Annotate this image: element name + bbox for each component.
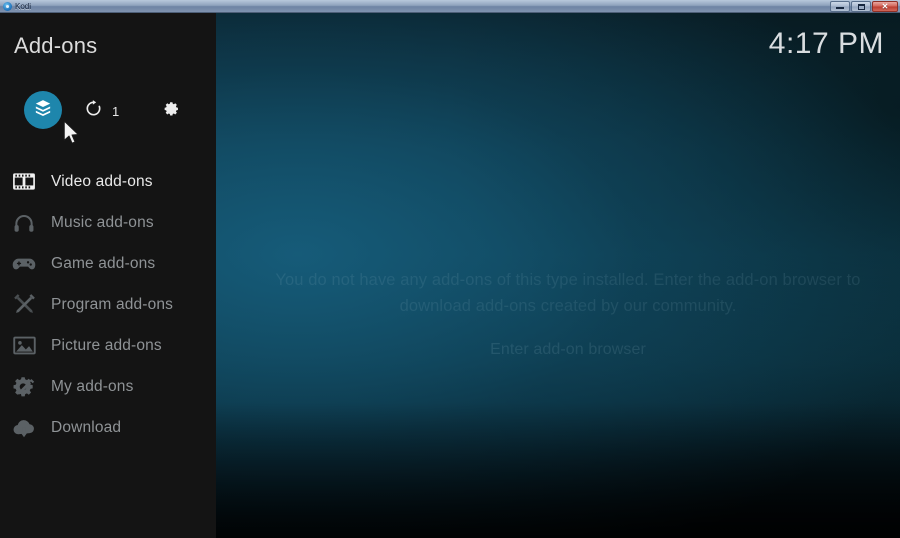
content-pane: 4:17 PM You do not have any add-ons of t…	[216, 13, 900, 538]
enter-addon-browser-button[interactable]: Enter add-on browser	[490, 341, 646, 359]
sidebar-item-video-addons[interactable]: Video add-ons	[0, 161, 216, 202]
updates-count: 1	[112, 103, 120, 119]
empty-state: You do not have any add-ons of this type…	[216, 268, 900, 359]
addon-browser-button[interactable]	[24, 91, 62, 129]
sidebar-item-music-addons[interactable]: Music add-ons	[0, 202, 216, 243]
sidebar-item-label: Game add-ons	[51, 254, 156, 272]
pencil-ruler-icon	[10, 292, 38, 318]
sidebar-item-game-addons[interactable]: Game add-ons	[0, 243, 216, 284]
sidebar-item-picture-addons[interactable]: Picture add-ons	[0, 325, 216, 366]
headphones-icon	[10, 210, 38, 236]
sidebar-item-label: Picture add-ons	[51, 336, 162, 354]
film-strip-icon	[10, 169, 38, 195]
kodi-application: 4:17 PM You do not have any add-ons of t…	[0, 13, 900, 538]
window-title: Kodi	[15, 1, 32, 11]
minimize-icon	[836, 7, 844, 9]
application-window: Kodi ✕ 4:17 PM You do not have any add-o…	[0, 0, 900, 538]
gear-icon	[160, 98, 181, 124]
sidebar-item-label: My add-ons	[51, 377, 134, 395]
settings-button[interactable]	[160, 98, 181, 124]
page-title: Add-ons	[14, 33, 98, 58]
sidebar: Add-ons 1 Video add-ons Music add-ons Ga…	[0, 13, 216, 538]
check-updates-button[interactable]: 1	[84, 99, 119, 123]
sidebar-toolbar: 1	[0, 91, 216, 133]
picture-frame-icon	[10, 333, 38, 359]
window-titlebar[interactable]: Kodi ✕	[0, 0, 900, 13]
sidebar-item-label: Video add-ons	[51, 172, 153, 190]
close-icon: ✕	[881, 1, 889, 11]
sidebar-item-program-addons[interactable]: Program add-ons	[0, 284, 216, 325]
titlebar-left-group: Kodi	[0, 1, 32, 11]
clock: 4:17 PM	[768, 27, 884, 60]
close-button[interactable]: ✕	[872, 1, 898, 12]
window-controls: ✕	[830, 0, 898, 13]
sidebar-item-label: Program add-ons	[51, 295, 174, 313]
sidebar-item-label: Music add-ons	[51, 213, 154, 231]
sidebar-menu: Video add-ons Music add-ons Game add-ons…	[0, 161, 216, 448]
sidebar-item-download[interactable]: Download	[0, 407, 216, 448]
kodi-logo-icon	[3, 1, 12, 11]
package-box-icon	[33, 98, 53, 123]
empty-state-message: You do not have any add-ons of this type…	[275, 271, 861, 315]
maximize-button[interactable]	[851, 1, 871, 12]
sidebar-item-my-addons[interactable]: My add-ons	[0, 366, 216, 407]
cloud-download-icon	[10, 415, 38, 441]
sidebar-item-label: Download	[51, 418, 122, 436]
gamepad-icon	[10, 251, 38, 277]
restore-icon	[857, 3, 865, 10]
gear-pencil-icon	[10, 374, 38, 400]
refresh-icon	[84, 99, 103, 123]
minimize-button[interactable]	[830, 1, 850, 12]
